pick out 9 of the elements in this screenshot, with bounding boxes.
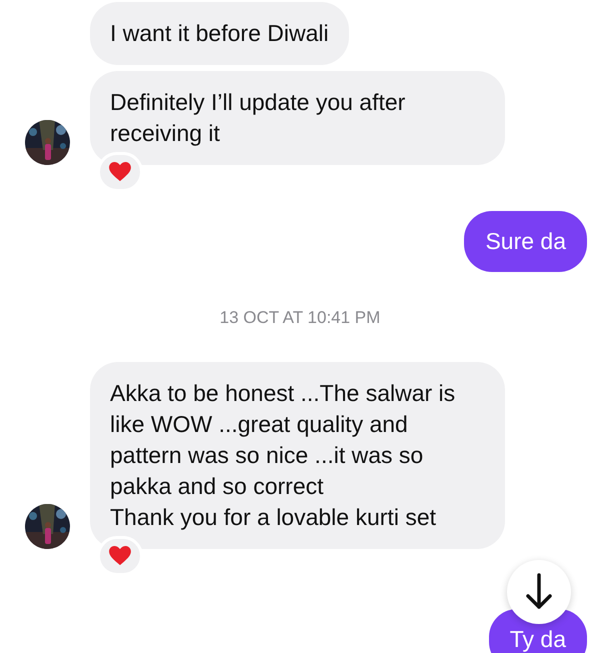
heart-icon	[109, 162, 131, 182]
message-bubble: Sure da	[464, 211, 587, 272]
timestamp: 13 OCT AT 10:41 PM	[220, 308, 380, 328]
message-bubble: Definitely I’ll update you after receiving it	[90, 71, 505, 165]
scroll-down-button[interactable]	[507, 560, 571, 624]
arrow-down-icon	[525, 573, 553, 611]
message-bubble: I want it before Diwali	[90, 2, 349, 65]
message-bubble: Akka to be honest ...The salwar is like WOW ...great quality and pattern was so nice ...it was so pakka and so correct Thank you for a lovable kurti set	[90, 362, 505, 549]
heart-icon	[109, 546, 131, 566]
